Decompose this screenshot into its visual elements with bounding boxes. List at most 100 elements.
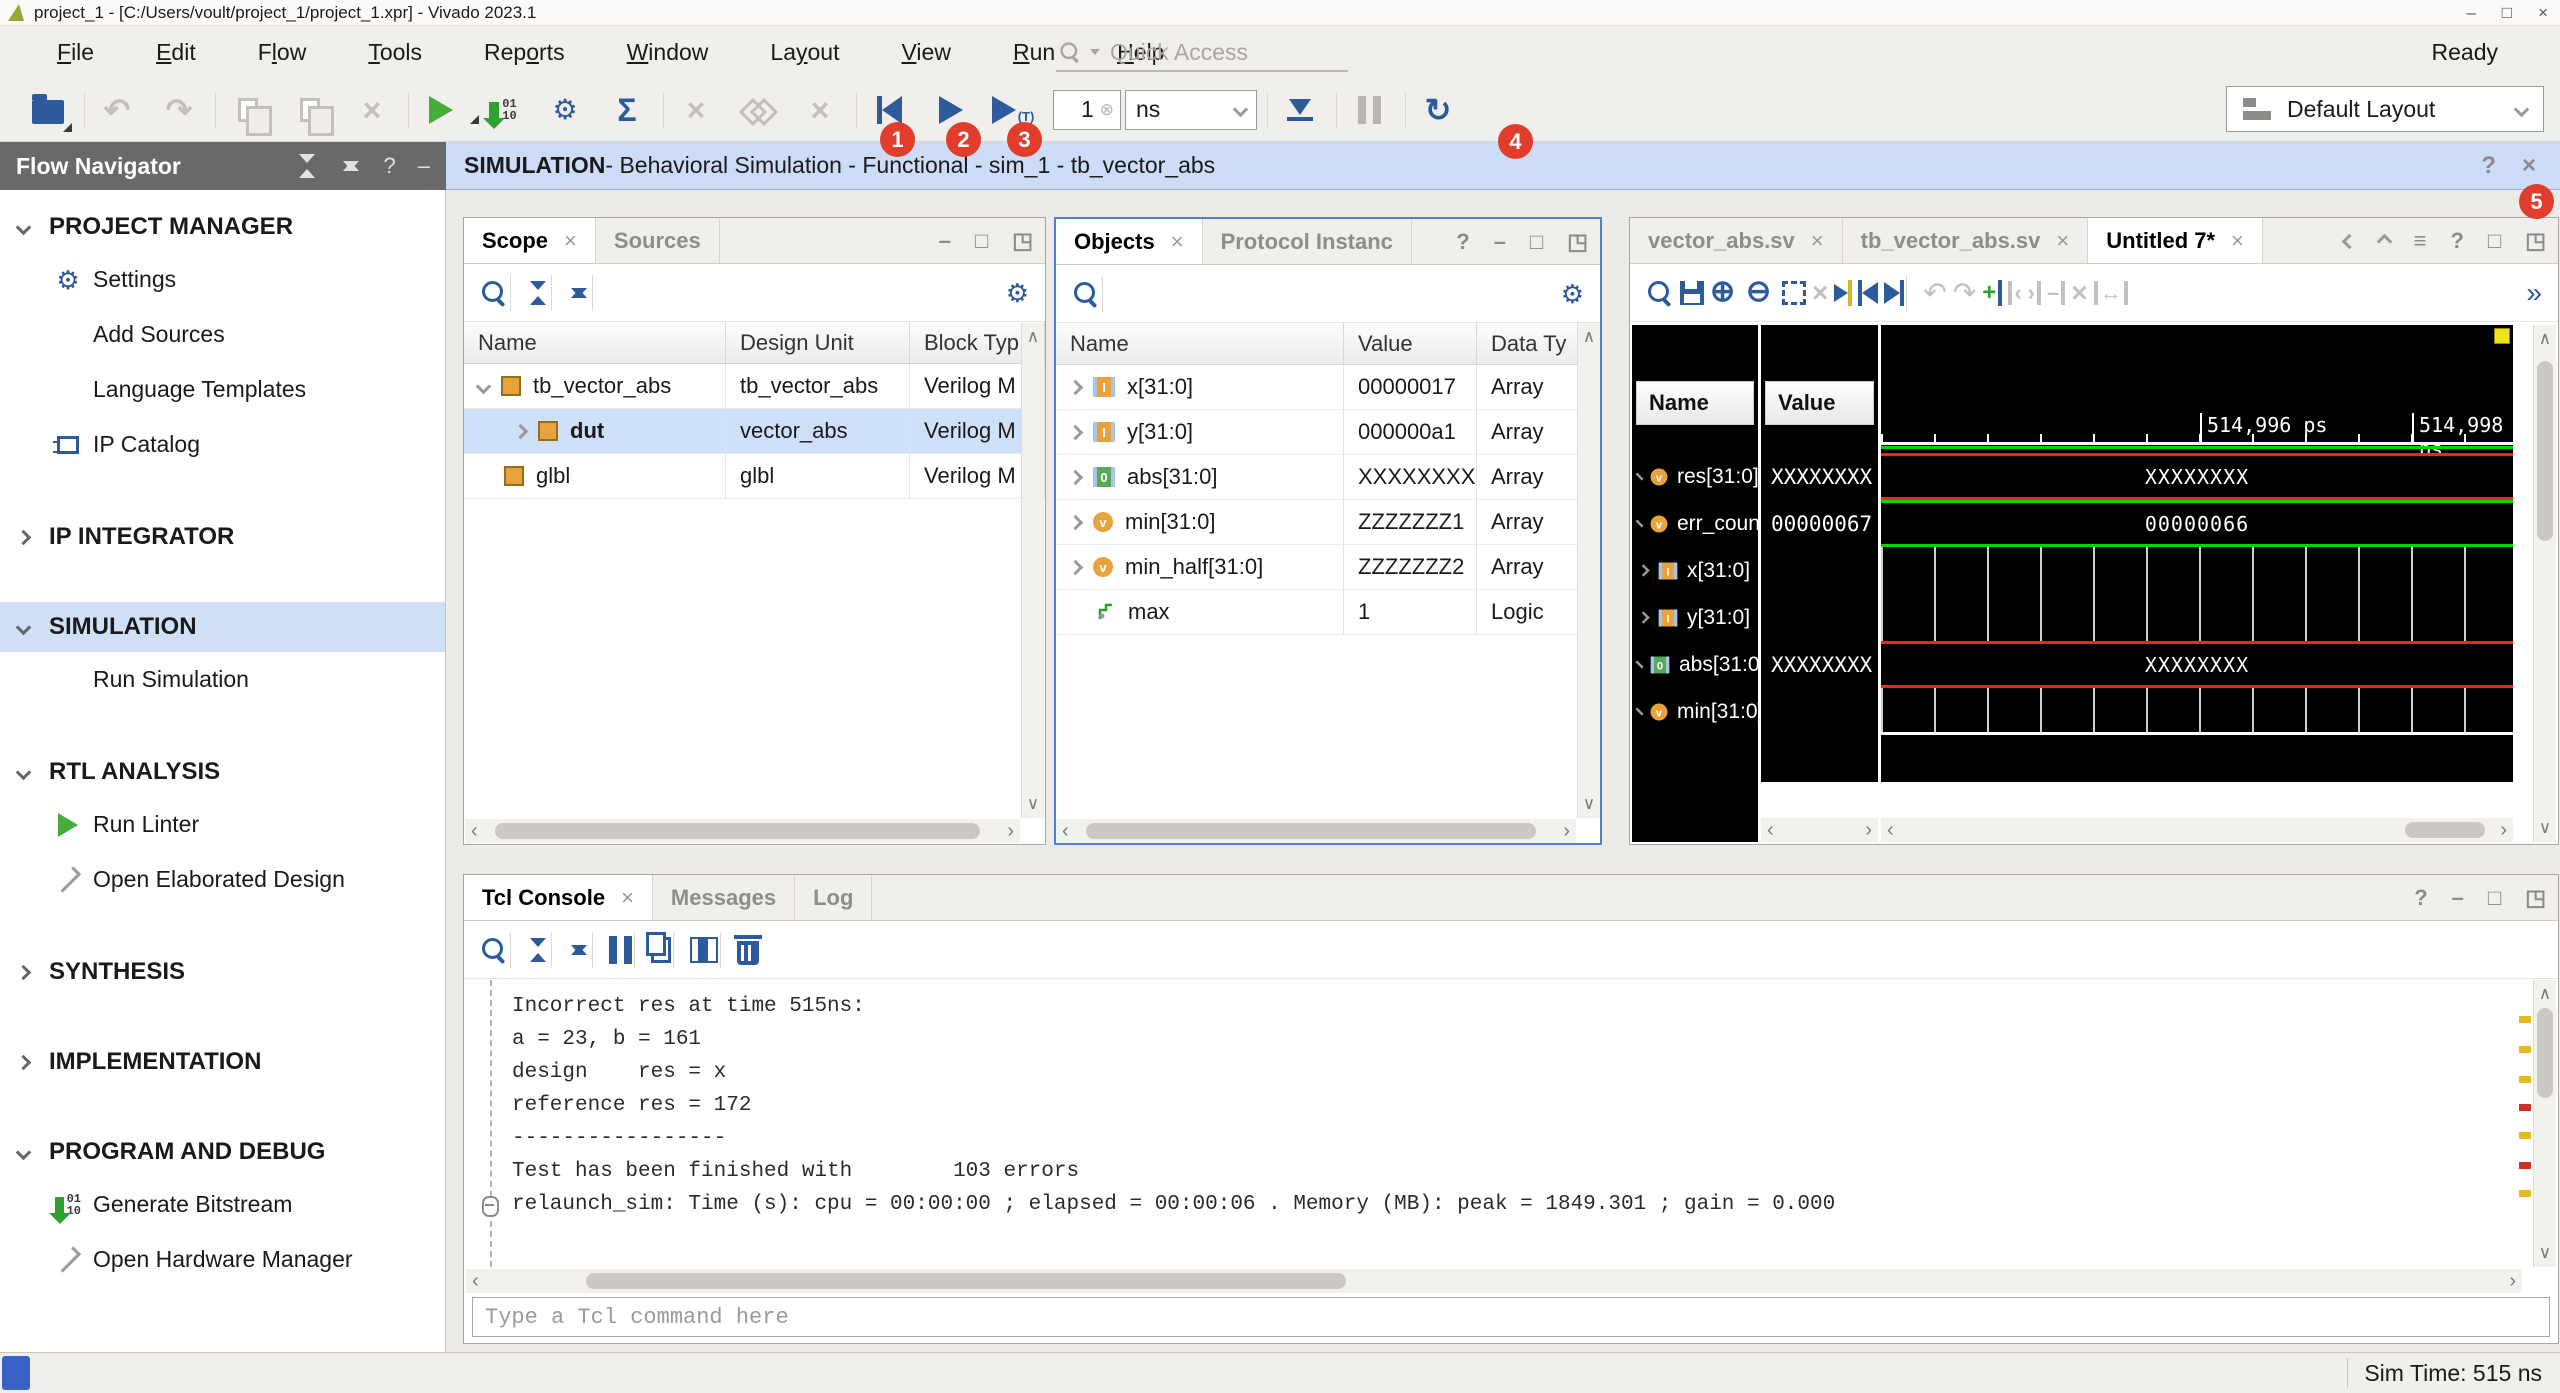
zoom-out-icon[interactable]: ⊖ [1746, 278, 1776, 308]
generate-bitstream-button[interactable]: 0110 [481, 88, 525, 132]
annotation-mark[interactable] [2519, 1104, 2531, 1111]
menu-item-window[interactable]: Window [596, 39, 740, 66]
scroll-right-icon[interactable]: › [2509, 1269, 2516, 1293]
window-minimize-button[interactable]: – [2466, 3, 2475, 23]
flow-section-header-ip-integrator[interactable]: IP INTEGRATOR [0, 512, 445, 562]
flow-item-settings[interactable]: ⚙Settings [0, 252, 445, 307]
scroll-left-icon[interactable]: ‹ [1767, 818, 1774, 842]
redo-button[interactable]: ↷ [157, 88, 201, 132]
chevron-right-icon[interactable] [16, 529, 32, 545]
scroll-up-icon[interactable]: ∧ [2539, 984, 2551, 1004]
flow-item-open-hardware-manager[interactable]: Open Hardware Manager [0, 1232, 445, 1287]
delete-marker-icon[interactable]: × [2071, 279, 2087, 307]
flow-section-header-rtl-analysis[interactable]: RTL ANALYSIS [0, 747, 445, 797]
scrollbar-thumb[interactable] [2537, 361, 2553, 541]
annotation-mark[interactable] [2519, 1190, 2531, 1197]
tcl-tab-messages[interactable]: Messages [653, 875, 795, 920]
open-project-button[interactable] [26, 88, 70, 132]
scroll-right-icon[interactable]: › [1007, 819, 1014, 843]
objects-vertical-scrollbar[interactable]: ∧ ∨ [1577, 323, 1600, 818]
minimize-icon[interactable]: – [939, 228, 951, 254]
chevron-down-icon[interactable] [16, 219, 32, 235]
help-icon[interactable]: ? [384, 153, 396, 179]
objects-row[interactable]: max1Logic [1056, 590, 1600, 635]
objects-tab-objects[interactable]: Objects× [1056, 219, 1203, 264]
next-transition-icon[interactable] [1884, 280, 1904, 306]
float-icon[interactable]: ◳ [2525, 228, 2546, 254]
save-icon[interactable] [1680, 281, 1704, 305]
go-to-time-icon[interactable] [1834, 280, 1852, 306]
scope-vertical-scrollbar[interactable]: ∧ ∨ [1021, 323, 1044, 818]
annotation-mark[interactable] [2519, 1076, 2531, 1083]
scroll-left-icon[interactable]: ‹ [1062, 819, 1069, 843]
chevron-right-icon[interactable] [16, 1054, 32, 1070]
swap-cursor-icon[interactable]: × [1812, 279, 1828, 307]
fit-width-icon[interactable]: ↔ [2094, 280, 2128, 306]
search-icon[interactable] [1646, 279, 1674, 307]
disabled-tool-button-1[interactable]: × [674, 88, 718, 132]
flow-section-header-project-manager[interactable]: PROJECT MANAGER [0, 202, 445, 252]
tcl-tab-log[interactable]: Log [795, 875, 872, 920]
wave-trace[interactable]: 00000066 [1881, 500, 2513, 547]
scroll-right-icon[interactable]: › [2500, 818, 2507, 842]
tab-scroll-right-icon[interactable] [2376, 233, 2392, 249]
menu-item-flow[interactable]: Flow [227, 39, 338, 66]
wave-signal-name[interactable]: vmin[31:0] [1632, 688, 1758, 735]
gear-icon[interactable]: ⚙ [1006, 280, 1029, 306]
maximize-icon[interactable]: □ [975, 228, 988, 254]
scroll-down-icon[interactable]: ∨ [1027, 794, 1039, 814]
quick-access-search[interactable]: Quick Access [1056, 34, 1348, 72]
column-header-value[interactable]: Value [1344, 323, 1477, 364]
expander-right-icon[interactable] [1068, 514, 1084, 530]
wave-signal-name[interactable]: verr_count[31:0] [1632, 500, 1758, 547]
scope-row[interactable]: tb_vector_abstb_vector_absVerilog M [464, 364, 1045, 409]
wave-tab-untitled-7[interactable]: Untitled 7*× [2088, 218, 2263, 263]
layout-selector[interactable]: Default Layout [2226, 86, 2544, 132]
marker-flag-icon[interactable] [2494, 328, 2510, 344]
column-header-design-unit[interactable]: Design Unit [726, 322, 910, 363]
objects-row[interactable]: Iy[31:0]000000a1Array [1056, 410, 1600, 455]
collapse-all-icon[interactable] [527, 938, 549, 962]
expander-right-icon[interactable] [513, 423, 529, 439]
close-icon[interactable]: × [2522, 152, 2536, 180]
maximize-icon[interactable]: □ [2488, 885, 2501, 911]
scroll-down-icon[interactable]: ∨ [2539, 1243, 2551, 1263]
disabled-tool-button-2[interactable] [736, 88, 780, 132]
expander-right-icon[interactable] [1636, 473, 1644, 481]
pause-output-icon[interactable] [609, 936, 632, 964]
flow-item-run-simulation[interactable]: Run Simulation [0, 652, 445, 707]
run-button[interactable] [419, 88, 463, 132]
flow-item-add-sources[interactable]: Add Sources [0, 307, 445, 362]
objects-row[interactable]: vmin_half[31:0]ZZZZZZZ2Array [1056, 545, 1600, 590]
search-icon[interactable] [480, 279, 508, 307]
undo-button[interactable]: ↶ [95, 88, 139, 132]
flow-section-header-simulation[interactable]: SIMULATION [0, 602, 445, 652]
settings-button[interactable]: ⚙ [543, 88, 587, 132]
wave-trace[interactable] [1881, 594, 2513, 641]
expander-right-icon[interactable] [1637, 611, 1649, 623]
annotation-mark[interactable] [2519, 1162, 2531, 1169]
menu-item-tools[interactable]: Tools [337, 39, 453, 66]
expander-right-icon[interactable] [1068, 379, 1084, 395]
overflow-icon[interactable]: » [2526, 279, 2542, 307]
close-icon[interactable]: × [1171, 229, 1184, 255]
tab-scroll-left-icon[interactable] [2341, 233, 2357, 249]
expander-right-icon[interactable] [1068, 559, 1084, 575]
wave-signal-name[interactable]: Ix[31:0] [1632, 547, 1758, 594]
flow-section-header-synthesis[interactable]: SYNTHESIS [0, 947, 445, 997]
expander-right-icon[interactable] [1636, 520, 1644, 528]
float-icon[interactable]: ◳ [1567, 229, 1588, 255]
menu-item-file[interactable]: File [26, 39, 125, 66]
expander-right-icon[interactable] [1637, 564, 1649, 576]
scroll-up-icon[interactable]: ∧ [1027, 327, 1039, 347]
window-close-button[interactable]: × [2538, 3, 2548, 23]
expander-down-icon[interactable] [476, 378, 492, 394]
add-marker-icon[interactable]: + [1982, 280, 2002, 306]
objects-horizontal-scrollbar[interactable]: ‹ › [1056, 819, 1576, 843]
copy-button[interactable] [226, 88, 270, 132]
swap-right-icon[interactable]: ↷ [1953, 279, 1976, 307]
flow-item-run-linter[interactable]: Run Linter [0, 797, 445, 852]
scroll-right-icon[interactable]: › [1865, 818, 1872, 842]
value-horizontal-scrollbar[interactable]: ‹ › [1761, 818, 1878, 842]
expand-all-icon[interactable] [568, 938, 590, 962]
